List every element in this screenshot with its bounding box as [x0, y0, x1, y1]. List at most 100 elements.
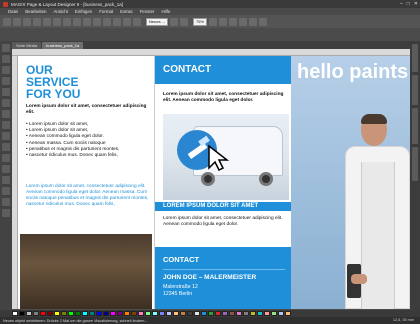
color-swatch[interactable] [278, 311, 284, 316]
contour-tool-icon[interactable] [2, 154, 10, 162]
zoom-in-icon[interactable] [209, 17, 218, 26]
color-swatch[interactable] [222, 311, 228, 316]
menu-hilfe[interactable]: Hilfe [162, 9, 171, 14]
zoom-tool-icon[interactable] [2, 209, 10, 217]
van-photo[interactable] [163, 114, 289, 200]
color-swatch[interactable] [173, 311, 179, 316]
color-swatch[interactable] [40, 311, 46, 316]
print-icon[interactable] [33, 17, 41, 26]
color-swatch[interactable] [82, 311, 88, 316]
shadow-tool-icon[interactable] [2, 143, 10, 151]
menu-datei[interactable]: Datei [8, 9, 18, 14]
minimize-button[interactable]: – [400, 1, 403, 7]
transform-icon[interactable] [113, 17, 121, 26]
docker-tab-pages[interactable] [412, 44, 418, 72]
color-swatch[interactable] [54, 311, 60, 316]
menu-einfuegen[interactable]: Einfügen [75, 9, 92, 14]
bevel-tool-icon[interactable] [2, 165, 10, 173]
color-swatch[interactable] [19, 311, 25, 316]
menu-bearbeiten[interactable]: Bearbeiten [25, 9, 46, 14]
painter-photo[interactable] [343, 114, 410, 309]
color-swatch[interactable] [117, 311, 123, 316]
menu-ansicht[interactable]: Ansicht [54, 9, 68, 14]
color-swatch[interactable] [12, 311, 18, 316]
color-swatch[interactable] [285, 311, 291, 316]
color-swatch[interactable] [152, 311, 158, 316]
color-swatch[interactable] [194, 311, 200, 316]
fill-tool-icon[interactable] [2, 121, 10, 129]
color-swatch[interactable] [96, 311, 102, 316]
brush-icon[interactable] [249, 17, 258, 26]
ellipse-tool-icon[interactable] [2, 99, 10, 107]
color-swatch[interactable] [103, 311, 109, 316]
pan-icon[interactable] [229, 17, 238, 26]
color-swatch[interactable] [159, 311, 165, 316]
color-swatch[interactable] [257, 311, 263, 316]
color-swatch[interactable] [229, 311, 235, 316]
selector-tool-icon[interactable] [2, 44, 10, 52]
undo-icon[interactable] [43, 17, 51, 26]
color-swatch[interactable] [215, 311, 221, 316]
tab-seite-media[interactable]: Seite Media [12, 42, 42, 49]
color-swatch[interactable] [145, 311, 151, 316]
menu-extras[interactable]: Extras [120, 9, 132, 14]
color-swatch[interactable] [26, 311, 32, 316]
zoom-out-icon[interactable] [219, 17, 228, 26]
group-icon[interactable] [133, 17, 141, 26]
docker-tab-layers[interactable] [412, 75, 418, 105]
close-button[interactable]: ✕ [414, 1, 418, 7]
tab-business-pack[interactable]: business_pack_1a [42, 42, 84, 49]
view-icon[interactable] [239, 17, 248, 26]
color-swatch[interactable] [271, 311, 277, 316]
document-canvas[interactable]: OUR SERVICE FOR YOU Lorem ipsum dolor si… [18, 56, 410, 309]
export-icon[interactable] [103, 17, 111, 26]
pen-tool-icon[interactable] [2, 77, 10, 85]
copy-icon[interactable] [73, 17, 81, 26]
color-swatch[interactable] [89, 311, 95, 316]
color-swatch[interactable] [68, 311, 74, 316]
save-icon[interactable] [23, 17, 31, 26]
object-select[interactable]: Neues ... [146, 17, 169, 26]
color-swatch[interactable] [250, 311, 256, 316]
zoom-select[interactable]: 75% [193, 17, 208, 26]
new-document-icon[interactable] [3, 17, 11, 26]
color-swatch[interactable] [47, 311, 53, 316]
menu-format[interactable]: Format [99, 9, 113, 14]
redo-icon[interactable] [53, 17, 61, 26]
horizontal-ruler[interactable] [12, 49, 410, 56]
docker-tab-gallery[interactable] [412, 147, 418, 181]
transparency-tool-icon[interactable] [2, 132, 10, 140]
text-tool-icon[interactable] [2, 110, 10, 118]
color-swatch[interactable] [264, 311, 270, 316]
color-swatch[interactable] [236, 311, 242, 316]
maximize-button[interactable]: □ [407, 1, 410, 7]
hallway-photo[interactable] [20, 234, 152, 309]
cut-icon[interactable] [63, 17, 71, 26]
color-swatch[interactable] [33, 311, 39, 316]
open-folder-icon[interactable] [13, 17, 21, 26]
align-icon[interactable] [123, 17, 131, 26]
freehand-tool-icon[interactable] [2, 66, 10, 74]
import-icon[interactable] [93, 17, 101, 26]
color-swatch[interactable] [243, 311, 249, 316]
color-swatch[interactable] [180, 311, 186, 316]
color-swatch[interactable] [187, 311, 193, 316]
tool-a-icon[interactable] [170, 17, 179, 26]
color-swatch[interactable] [166, 311, 172, 316]
node-tool-icon[interactable] [2, 55, 10, 63]
color-swatch[interactable] [110, 311, 116, 316]
color-swatch[interactable] [75, 311, 81, 316]
color-swatch[interactable] [61, 311, 67, 316]
blend-tool-icon[interactable] [2, 176, 10, 184]
help-icon[interactable] [259, 17, 268, 26]
rectangle-tool-icon[interactable] [2, 88, 10, 96]
color-swatch[interactable] [131, 311, 137, 316]
color-swatch[interactable] [138, 311, 144, 316]
mould-tool-icon[interactable] [2, 187, 10, 195]
color-swatch[interactable] [201, 311, 207, 316]
docker-tab-properties[interactable] [412, 108, 418, 144]
color-swatch[interactable] [208, 311, 214, 316]
photo-tool-icon[interactable] [2, 198, 10, 206]
paste-icon[interactable] [83, 17, 91, 26]
tool-b-icon[interactable] [180, 17, 189, 26]
